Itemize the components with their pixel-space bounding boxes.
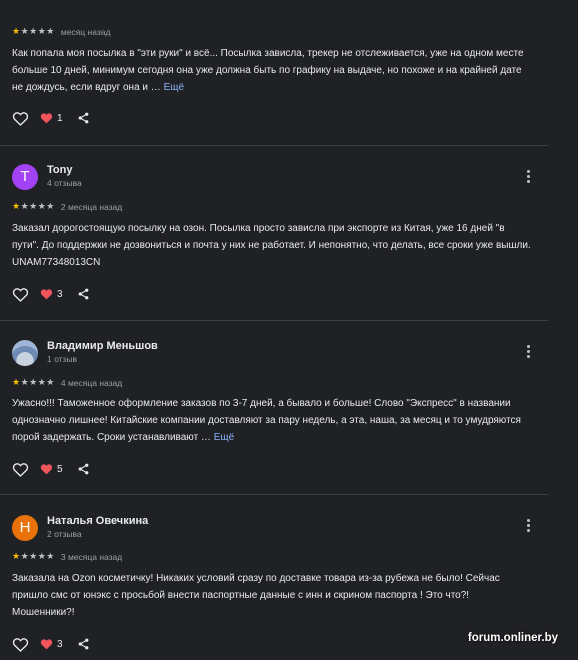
heart-filled-icon [40,464,53,475]
review-text: Заказал дорогостоящую посылку на озон. П… [12,223,531,268]
avatar[interactable] [12,340,38,366]
heart-outline-icon [12,111,29,126]
heart-filled-icon [40,639,53,650]
likes-count: 5 [57,463,63,475]
reviewer-name[interactable]: Tony [47,164,72,176]
review-date: 4 месяца назад [60,377,123,388]
likes-indicator: 1 [40,110,63,126]
share-button[interactable] [77,286,90,302]
review-date: 2 месяца назад [60,201,123,212]
star-rating: ★★★★★ [12,377,55,388]
star-rating: ★★★★★ [12,551,55,562]
heart-filled-icon [40,289,53,300]
review-date: месяц назад [60,26,111,37]
share-icon [78,288,89,300]
share-icon [78,463,89,475]
review-card: Владимир Меньшов 1 отзыв ★★★★★ 4 месяца н… [0,321,578,494]
likes-count: 3 [57,288,63,300]
review-text: Как попала моя посылка в "эти руки" и вс… [12,48,524,93]
review-date: 3 месяца назад [60,551,123,562]
review-text: Заказала на Ozon косметичку! Никаких усл… [12,573,500,618]
like-button[interactable] [12,636,29,652]
more-options-icon[interactable] [522,168,534,188]
rating-row: ★★★★★ 3 месяца назад [12,548,123,562]
share-button[interactable] [77,636,90,652]
heart-filled-icon [40,113,53,124]
reviewer-name[interactable]: Наталья Овечкина [47,515,148,527]
like-button[interactable] [12,110,29,126]
star-rating: ★★★★★ [12,26,55,37]
like-button[interactable] [12,286,29,302]
avatar[interactable]: Н [12,515,38,541]
reviewer-review-count: 2 отзыва [47,529,82,539]
heart-outline-icon [12,287,29,302]
rating-row: ★★★★★ 4 месяца назад [12,374,123,388]
review-card: T Tony 4 отзыва ★★★★★ 2 месяца назад Зака… [0,146,578,320]
heart-outline-icon [12,637,29,652]
more-link[interactable]: Ещё [164,82,184,93]
like-button[interactable] [12,461,29,477]
more-options-icon[interactable] [522,343,534,363]
heart-outline-icon [12,462,29,477]
review-card: ★★★★★ месяц назад Как попала моя посылка … [0,0,578,145]
likes-indicator: 3 [40,286,63,302]
likes-indicator: 3 [40,636,63,652]
share-icon [78,112,89,124]
share-button[interactable] [77,110,90,126]
likes-indicator: 5 [40,461,63,477]
more-link[interactable]: Ещё [214,432,234,443]
share-button[interactable] [77,461,90,477]
likes-count: 1 [57,112,63,124]
reviewer-review-count: 4 отзыва [47,178,82,188]
more-options-icon[interactable] [522,517,534,537]
reviewer-review-count: 1 отзыв [47,354,78,364]
review-text: Ужасно!!! Таможенное оформление заказов … [12,398,521,443]
rating-row: ★★★★★ месяц назад [12,23,111,37]
likes-count: 3 [57,638,63,650]
reviewer-name[interactable]: Владимир Меньшов [47,340,158,352]
avatar[interactable]: T [12,164,38,190]
watermark: forum.onliner.by [467,632,558,644]
share-icon [78,638,89,650]
rating-row: ★★★★★ 2 месяца назад [12,198,123,212]
star-rating: ★★★★★ [12,201,55,212]
